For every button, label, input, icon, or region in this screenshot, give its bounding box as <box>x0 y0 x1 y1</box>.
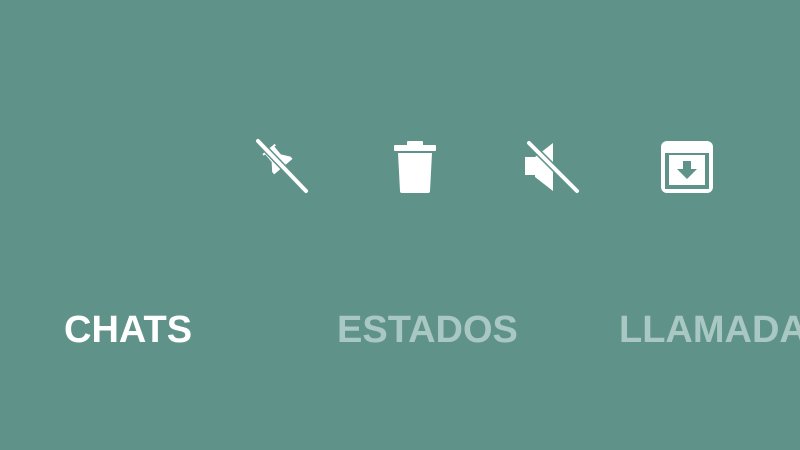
tab-chats[interactable]: CHATS <box>64 300 192 360</box>
tab-calls[interactable]: LLAMADAS <box>619 300 800 360</box>
unpin-icon[interactable] <box>248 135 312 199</box>
delete-icon[interactable] <box>383 135 447 199</box>
app-bar: CHATS ESTADOS LLAMADAS <box>0 0 800 450</box>
archive-icon[interactable] <box>655 135 719 199</box>
tab-status[interactable]: ESTADOS <box>337 300 518 360</box>
unmute-icon[interactable] <box>519 135 583 199</box>
